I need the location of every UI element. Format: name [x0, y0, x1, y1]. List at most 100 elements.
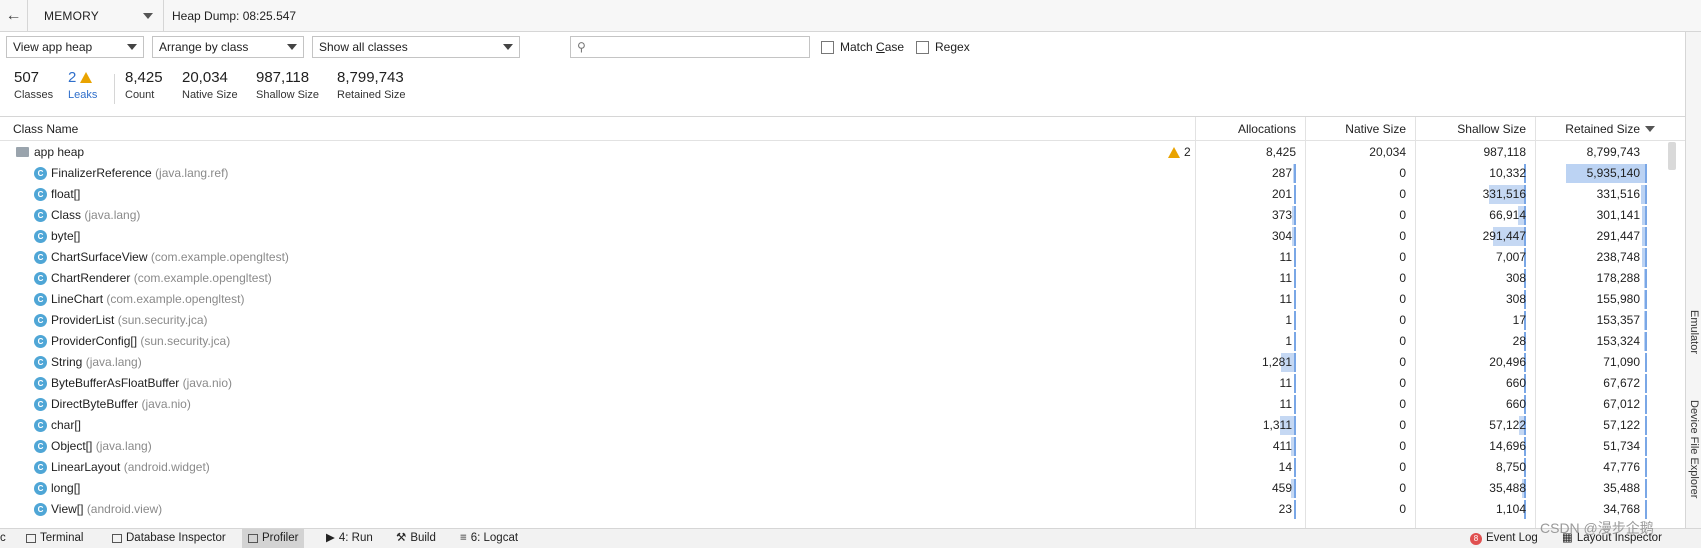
match-case-label-mnemonic: C	[876, 40, 885, 54]
allocations-bar-edge	[1294, 185, 1296, 204]
class-icon: C	[34, 461, 47, 474]
tool-tab-truncated[interactable]: c	[0, 529, 6, 548]
tool-tab-event-log-label: Event Log	[1486, 532, 1538, 544]
class-name: Class (java.lang)	[51, 205, 140, 226]
table-row[interactable]: C ByteBufferAsFloatBuffer (java.nio) 11 0 66…	[0, 373, 1668, 394]
allocations-bar-edge	[1294, 458, 1296, 477]
allocations-value: 1,311	[1262, 418, 1292, 432]
class-icon: C	[34, 503, 47, 516]
hammer-icon: ⚒	[396, 532, 407, 544]
root-allocations: 8,425	[1265, 145, 1296, 159]
device-file-explorer-tab[interactable]: Device File Explorer	[1688, 400, 1700, 498]
search-icon: ⚲	[577, 40, 586, 54]
class-icon: C	[34, 398, 47, 411]
retained-size-value: 238,748	[1596, 250, 1640, 264]
tool-tab-database-inspector[interactable]: Database Inspector	[112, 529, 226, 548]
search-input[interactable]: ⚲	[570, 36, 810, 58]
allocations-value: 304	[1271, 229, 1292, 243]
header-retained-size[interactable]: Retained Size	[1540, 117, 1640, 141]
allocations-value: 201	[1271, 187, 1292, 201]
class-name-text: char[]	[51, 418, 82, 432]
class-name: char[]	[51, 415, 81, 436]
table-row[interactable]: C ProviderConfig[] (sun.security.jca) 1 0 28…	[0, 331, 1668, 352]
terminal-icon	[26, 534, 36, 543]
retained-bar-edge	[1645, 206, 1647, 225]
table-row[interactable]: Clong[] 459 0 35,488 35,488	[0, 478, 1668, 499]
tool-tab-profiler[interactable]: Profiler	[242, 529, 305, 548]
table-row[interactable]: C ChartRenderer (com.example.opengltest) 1…	[0, 268, 1668, 289]
table-scrollbar[interactable]	[1668, 142, 1676, 170]
stat-count-label: Count	[125, 89, 155, 101]
table-row[interactable]: C View[] (android.view) 23 0 1,104 34,768	[0, 499, 1668, 520]
table-row[interactable]: Cbyte[] 304 0 291,447 291,447	[0, 226, 1668, 247]
filter-select[interactable]: Show all classes	[312, 36, 520, 58]
retained-size-value: 51,734	[1603, 439, 1640, 453]
event-log-badge: 8	[1470, 532, 1482, 545]
table-row[interactable]: C String (java.lang) 1,281 0 20,496 71,090	[0, 352, 1668, 373]
root-leaks: 2	[1184, 145, 1191, 159]
shallow-size-value: 7,007	[1495, 250, 1526, 264]
profiler-selector[interactable]: MEMORY	[28, 0, 164, 32]
allocations-value: 459	[1271, 481, 1292, 495]
class-package: (java.nio)	[141, 397, 191, 411]
table-row[interactable]: Cchar[] 1,311 0 57,122 57,122	[0, 415, 1668, 436]
heap-select-value: View app heap	[13, 40, 93, 54]
match-case-checkbox[interactable]	[821, 41, 834, 54]
retained-bar-edge	[1645, 416, 1647, 435]
shallow-size-value: 57,122	[1489, 418, 1526, 432]
retained-bar-edge	[1645, 332, 1647, 351]
tool-tab-terminal[interactable]: Terminal	[26, 529, 83, 548]
stat-shallow-value: 987,118	[256, 69, 310, 86]
table-row[interactable]: Cfloat[] 201 0 331,516 331,516	[0, 184, 1668, 205]
shallow-size-value: 28	[1512, 334, 1526, 348]
stat-leaks[interactable]: 2 Leaks	[68, 68, 97, 102]
tool-tab-logcat[interactable]: ≡ 6: Logcat	[460, 529, 518, 548]
match-case-label-end: ase	[884, 40, 905, 54]
class-name-text: View[]	[51, 502, 84, 516]
retained-size-value: 57,122	[1603, 418, 1640, 432]
shallow-size-value: 17	[1512, 313, 1526, 327]
class-name-text: Class	[51, 208, 82, 222]
table-row[interactable]: C DirectByteBuffer (java.nio) 11 0 660 67,012	[0, 394, 1668, 415]
back-arrow-icon[interactable]: ←	[0, 0, 28, 32]
table-row[interactable]: C FinalizerReference (java.lang.ref) 287 0 1…	[0, 163, 1668, 184]
header-native-size[interactable]: Native Size	[1306, 117, 1406, 141]
tool-tab-build[interactable]: ⚒ Build	[396, 529, 436, 548]
header-allocations[interactable]: Allocations	[1196, 117, 1296, 141]
root-name: app heap	[34, 145, 85, 159]
tool-tab-run-label: 4: Run	[338, 532, 373, 544]
shallow-size-value: 35,488	[1489, 481, 1526, 495]
table-row-root[interactable]: app heap 2 8,425 20,034 987,118 8,799,74…	[0, 142, 1668, 163]
emulator-tab[interactable]: Emulator	[1688, 310, 1700, 354]
regex-checkbox[interactable]	[916, 41, 929, 54]
class-package: (sun.security.jca)	[117, 313, 208, 327]
table-header: Class Name Allocations Native Size Shall…	[0, 117, 1685, 141]
allocations-bar-edge	[1294, 269, 1296, 288]
table-row[interactable]: C Object[] (java.lang) 411 0 14,696 51,734	[0, 436, 1668, 457]
tool-tab-run[interactable]: ▶ 4: Run	[326, 529, 373, 548]
chevron-down-icon	[503, 44, 513, 50]
class-name: byte[]	[51, 226, 80, 247]
watermark: CSDN @漫步企鹅	[1540, 520, 1654, 536]
class-name-text: LineChart	[51, 292, 104, 306]
table-row[interactable]: C LinearLayout (android.widget) 14 0 8,750 47…	[0, 457, 1668, 478]
table-row[interactable]: C LineChart (com.example.opengltest) 11 0 30…	[0, 289, 1668, 310]
shallow-size-value: 291,447	[1482, 229, 1526, 243]
allocations-value: 11	[1279, 250, 1292, 264]
table-row[interactable]: C ChartSurfaceView (com.example.opengltes…	[0, 247, 1668, 268]
retained-bar-edge	[1645, 479, 1647, 498]
tool-tab-event-log[interactable]: 8 Event Log	[1470, 529, 1538, 548]
arrange-select-value: Arrange by class	[159, 40, 249, 54]
header-class-name[interactable]: Class Name	[13, 117, 78, 141]
retained-size-value: 67,672	[1603, 376, 1640, 390]
table-row[interactable]: C Class (java.lang) 373 0 66,914 301,141	[0, 205, 1668, 226]
heap-summary: 507 Classes 2 Leaks 8,425 Count 20,034 N…	[0, 68, 1701, 110]
table-row[interactable]: C ProviderList (sun.security.jca) 1 0 17 153,…	[0, 310, 1668, 331]
retained-bar-edge	[1645, 353, 1647, 372]
arrange-select[interactable]: Arrange by class	[152, 36, 304, 58]
header-shallow-size[interactable]: Shallow Size	[1426, 117, 1526, 141]
stat-count-value: 8,425	[125, 69, 163, 86]
retained-size-value: 47,776	[1603, 460, 1640, 474]
heap-select[interactable]: View app heap	[6, 36, 144, 58]
stat-classes-label: Classes	[14, 89, 54, 101]
